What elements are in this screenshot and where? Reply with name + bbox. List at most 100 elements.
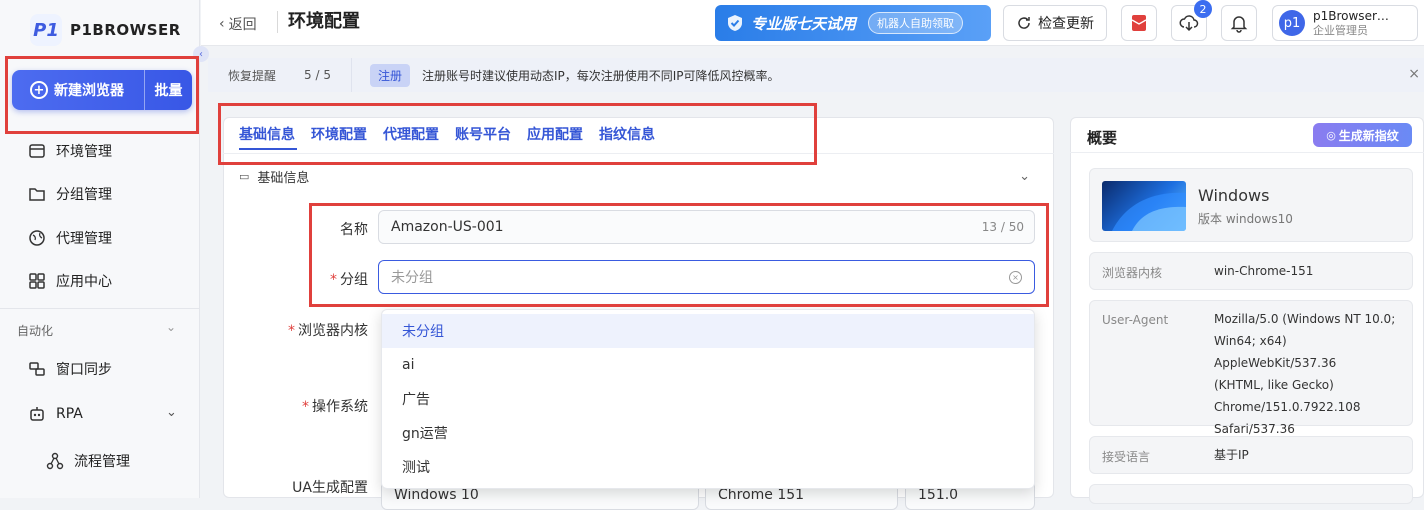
collapse-sidebar-button[interactable]: ‹: [193, 46, 209, 62]
dropdown-option[interactable]: ai: [382, 348, 1034, 382]
user-name: p1Browser…: [1313, 8, 1389, 23]
generate-fingerprint-label: 生成新指纹: [1338, 128, 1399, 143]
automation-section-header: 自动化: [17, 324, 54, 338]
new-browser-button-group: + 新建浏览器 批量: [12, 70, 192, 110]
sidebar-divider: [0, 308, 200, 309]
back-label: 返回: [228, 17, 257, 33]
ua-key: User-Agent: [1102, 313, 1169, 327]
tab-environment[interactable]: 环境配置: [311, 124, 367, 144]
robot-icon: [28, 405, 46, 423]
ua-card: User-Agent Mozilla/5.0 (Windows NT 10.0;…: [1089, 300, 1413, 436]
logo[interactable]: P1 P1BROWSER: [30, 14, 181, 46]
dropdown-option[interactable]: gn运营: [382, 416, 1034, 450]
os-label-text: 操作系统: [312, 399, 368, 415]
plus-circle-icon: +: [30, 81, 48, 99]
kernel-card: 浏览器内核 win-Chrome-151: [1089, 252, 1413, 290]
required-mark: *: [302, 399, 309, 415]
os-name: Windows: [1198, 186, 1270, 205]
tab-proxy[interactable]: 代理配置: [383, 124, 439, 144]
notice-pager: 5 / 5: [304, 68, 331, 82]
sidebar-item-label: 应用中心: [56, 274, 112, 290]
generate-fingerprint-button[interactable]: ◎ 生成新指纹: [1313, 123, 1412, 147]
os-card: Windows 版本 windows10: [1089, 168, 1413, 242]
chevron-left-icon: ‹: [219, 16, 225, 32]
page-title: 环境配置: [277, 11, 360, 33]
check-update-button[interactable]: 检查更新: [1003, 5, 1107, 41]
promo-claim-pill[interactable]: 机器人自助领取: [868, 12, 964, 34]
cloud-download-icon: [1179, 15, 1199, 32]
ua-version-value: 151.0: [918, 487, 959, 503]
sidebar-item-label: 环境管理: [56, 144, 112, 160]
tab-fingerprint[interactable]: 指纹信息: [599, 124, 655, 144]
name-input-value: Amazon-US-001: [391, 219, 504, 235]
batch-button[interactable]: 批量: [145, 80, 192, 100]
ua-line: Win64; x64) AppleWebKit/537.36: [1214, 334, 1337, 370]
ua-browser-value: Chrome 151: [718, 487, 805, 503]
language-value: 基于IP: [1214, 448, 1249, 462]
ua-line: Mozilla/5.0 (Windows NT 10.0;: [1214, 312, 1396, 326]
group-label-text: 分组: [340, 272, 368, 288]
gift-button[interactable]: [1121, 5, 1157, 41]
download-button[interactable]: 2: [1171, 0, 1212, 41]
active-tab-indicator: [239, 148, 297, 150]
group-dropdown: 未分组 ai 广告 gn运营 测试: [381, 309, 1035, 489]
dropdown-option[interactable]: 未分组: [382, 314, 1034, 348]
download-badge: 2: [1194, 0, 1212, 18]
section-title: 基础信息: [257, 171, 310, 186]
window-sync-icon: [28, 360, 46, 378]
ua-value: Mozilla/5.0 (Windows NT 10.0; Win64; x64…: [1214, 308, 1412, 440]
sidebar: P1 P1BROWSER + 新建浏览器 批量 环境管理 分组管理 代理管理 应…: [0, 0, 200, 498]
chevron-down-icon[interactable]: ⌄: [166, 320, 176, 334]
red-envelope-icon: [1131, 15, 1147, 31]
dropdown-option[interactable]: 测试: [382, 450, 1034, 484]
tab-account-platform[interactable]: 账号平台: [455, 124, 511, 144]
section-header-basic-info[interactable]: ▭ 基础信息 ⌄: [223, 153, 1054, 199]
sidebar-item-environment[interactable]: 环境管理: [28, 141, 112, 161]
ua-line: Chrome/151.0.7922.108: [1214, 400, 1361, 414]
name-char-count: 13 / 50: [981, 220, 1024, 234]
refresh-icon: [1018, 17, 1030, 29]
sidebar-item-label: RPA: [56, 406, 83, 422]
shield-check-icon: [728, 15, 742, 31]
clear-icon[interactable]: ×: [1009, 270, 1022, 284]
new-browser-button[interactable]: + 新建浏览器: [12, 80, 144, 100]
trial-promo-banner[interactable]: 专业版七天试用 机器人自助领取: [715, 5, 991, 41]
os-version: 版本 windows10: [1198, 212, 1293, 226]
windows-wallpaper-image: [1102, 181, 1186, 231]
sidebar-item-window-sync[interactable]: 窗口同步: [28, 359, 112, 379]
sidebar-item-groups[interactable]: 分组管理: [28, 184, 112, 204]
required-mark: *: [288, 323, 295, 339]
avatar: p1: [1279, 10, 1305, 36]
tab-app-config[interactable]: 应用配置: [527, 124, 583, 144]
required-mark: *: [330, 272, 337, 288]
top-bar: ‹ 返回 环境配置 专业版七天试用 机器人自助领取 检查更新 2 p1 p1Br…: [201, 0, 1424, 46]
notice-text: 注册账号时建议使用动态IP，每次注册使用不同IP可降低风控概率。: [421, 68, 780, 83]
divider: [350, 58, 352, 92]
sidebar-item-app-center[interactable]: 应用中心: [28, 271, 112, 291]
folder-icon: [28, 185, 46, 203]
group-label: * 分组: [322, 269, 368, 289]
sidebar-item-label: 流程管理: [74, 454, 130, 470]
sidebar-item-flow[interactable]: 流程管理: [46, 451, 130, 471]
group-select[interactable]: 未分组 ×: [378, 260, 1035, 294]
user-menu[interactable]: p1 p1Browser… 企业管理员: [1272, 5, 1418, 41]
close-icon[interactable]: ×: [1408, 66, 1420, 82]
sidebar-item-proxy[interactable]: 代理管理: [28, 228, 112, 248]
notifications-button[interactable]: [1221, 5, 1257, 41]
dropdown-option[interactable]: 广告: [382, 382, 1034, 416]
tab-basic-info[interactable]: 基础信息: [239, 124, 295, 144]
kernel-key: 浏览器内核: [1102, 266, 1163, 280]
name-input[interactable]: Amazon-US-001 13 / 50: [378, 210, 1035, 244]
back-button[interactable]: ‹ 返回: [219, 14, 257, 34]
sidebar-item-rpa[interactable]: RPA: [28, 405, 83, 423]
check-update-label: 检查更新: [1038, 16, 1094, 32]
next-card: [1089, 484, 1413, 504]
browser-window-icon: [28, 142, 46, 160]
globe-icon: [28, 229, 46, 247]
bell-icon: [1230, 16, 1248, 33]
chevron-down-icon[interactable]: ⌄: [166, 405, 177, 420]
logo-text: P1BROWSER: [70, 21, 181, 39]
notice-tag: 注册: [369, 63, 410, 87]
id-card-icon: ▭: [239, 170, 250, 183]
chevron-down-icon[interactable]: ⌄: [1019, 169, 1030, 184]
